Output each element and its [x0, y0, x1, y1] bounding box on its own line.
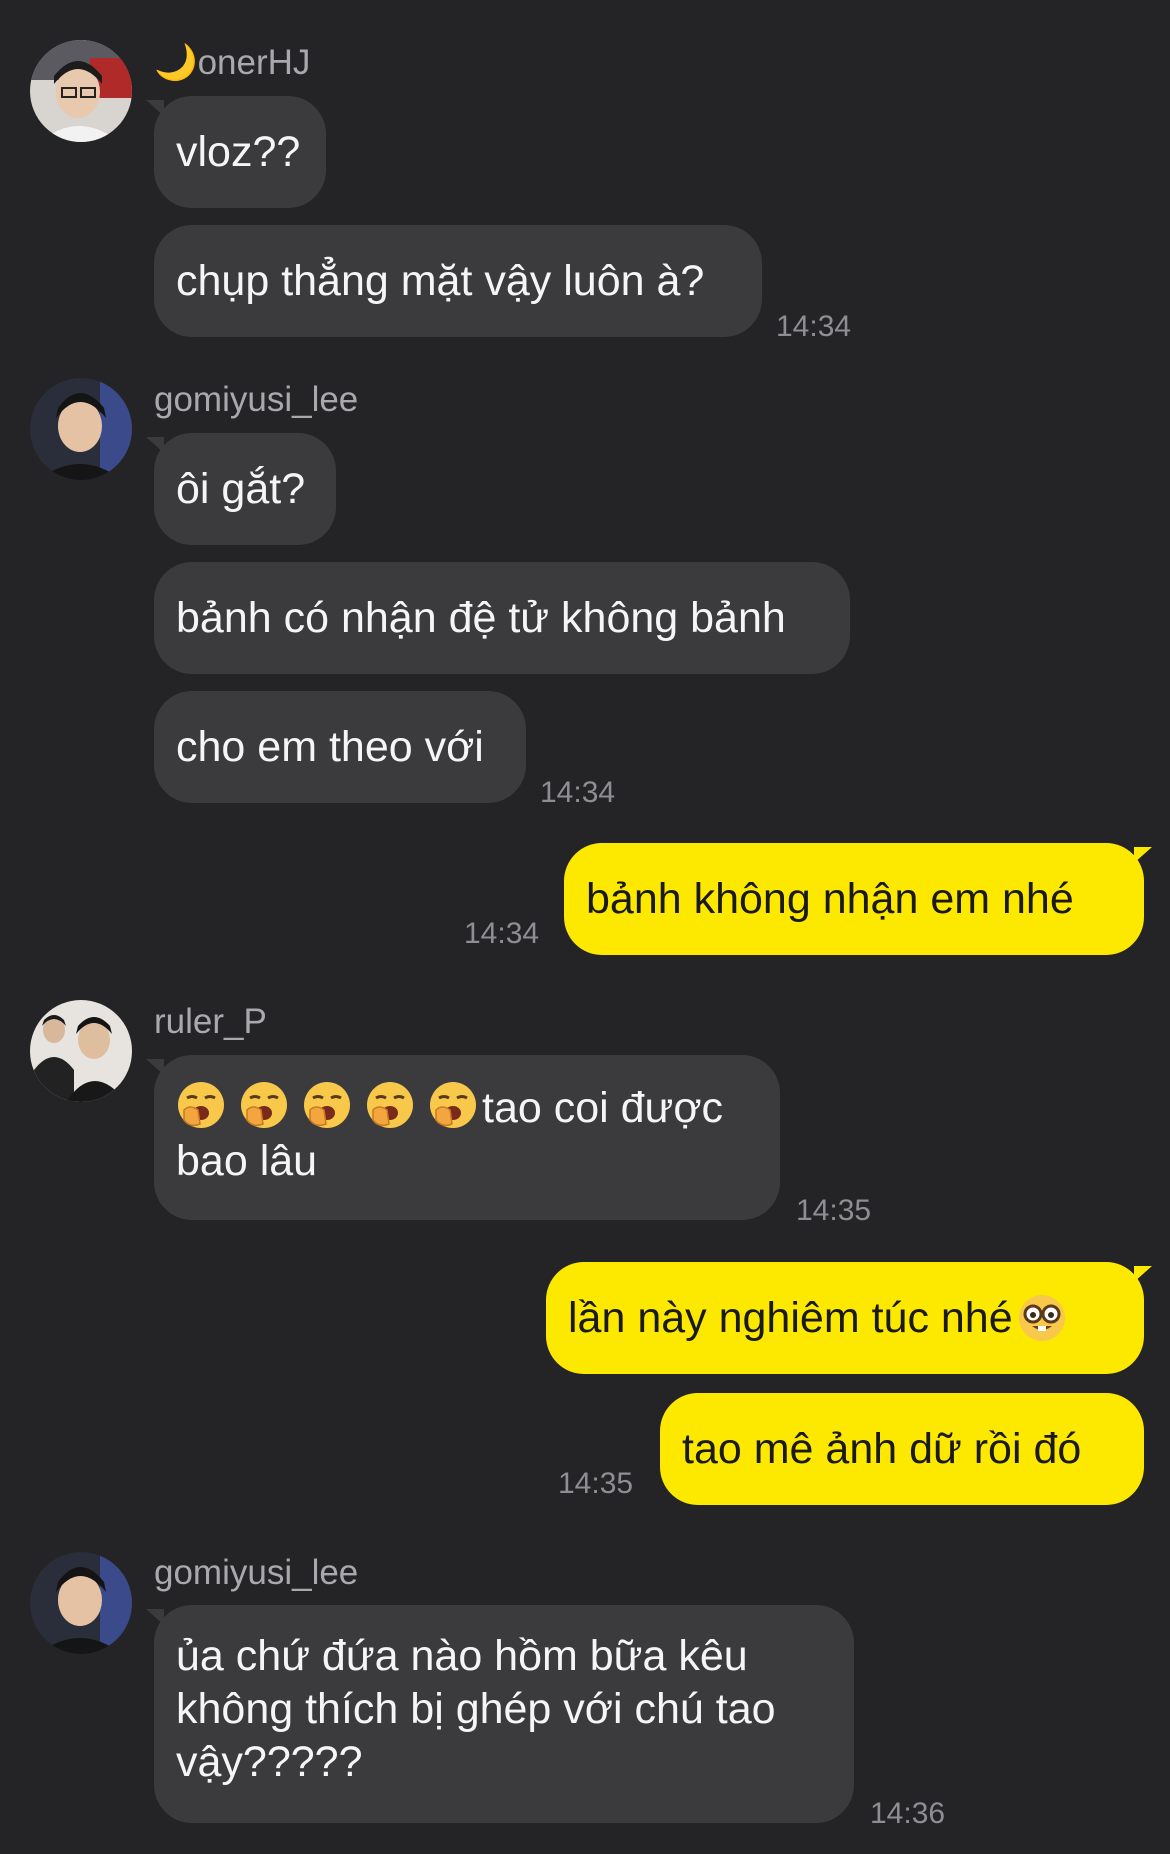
message-line: bao lâu — [176, 1137, 318, 1185]
bubble-tail — [146, 1609, 164, 1625]
timestamp: 14:34 — [540, 776, 616, 809]
yawning-face-icon — [241, 1082, 287, 1128]
message-bubble[interactable]: tao coi được bao lâu — [154, 1055, 780, 1220]
bubble-tail — [146, 1059, 164, 1075]
avatar-image — [30, 1552, 132, 1654]
message-line: không thích bị ghép với chú tao — [176, 1685, 776, 1733]
message-text: vloz?? — [176, 127, 301, 176]
bubble-tail — [1134, 847, 1152, 863]
avatar-ruler-p[interactable] — [30, 1000, 132, 1102]
timestamp: 14:36 — [870, 1797, 946, 1830]
yawning-face-emojis — [176, 1082, 482, 1132]
message-text: lần này nghiêm túc nhé — [568, 1293, 1013, 1342]
bubble-tail — [146, 437, 164, 453]
message-bubble[interactable]: chụp thẳng mặt vậy luôn à? — [154, 225, 762, 337]
avatar-image — [30, 40, 132, 142]
message-bubble[interactable]: ôi gắt? — [154, 433, 336, 545]
sender-name: gomiyusi_lee — [154, 380, 359, 419]
timestamp: 14:35 — [558, 1467, 634, 1500]
message-line: ủa chứ đứa nào hồm bữa kêu — [176, 1632, 748, 1680]
message-text: ủa chứ đứa nào hồm bữa kêu không thích b… — [176, 1630, 776, 1789]
message-text: tao coi được bao lâu — [176, 1080, 723, 1188]
avatar-gomiyusi-lee[interactable] — [30, 1552, 132, 1654]
message-text: bảnh không nhận em nhé — [586, 874, 1074, 923]
my-message-bubble[interactable]: lần này nghiêm túc nhé — [546, 1262, 1144, 1374]
my-message-bubble[interactable]: bảnh không nhận em nhé — [564, 843, 1144, 955]
message-bubble[interactable]: vloz?? — [154, 96, 326, 208]
message-text: bảnh có nhận đệ tử không bảnh — [176, 593, 786, 642]
message-bubble[interactable]: bảnh có nhận đệ tử không bảnh — [154, 562, 850, 674]
message-bubble[interactable]: cho em theo với — [154, 691, 526, 803]
message-line: tao coi được — [176, 1080, 723, 1135]
message-text-part: tao coi được — [482, 1084, 724, 1132]
yawning-face-icon — [178, 1082, 224, 1128]
timestamp: 14:34 — [464, 917, 540, 950]
message-text: chụp thẳng mặt vậy luôn à? — [176, 256, 705, 305]
message-text: tao mê ảnh dữ rồi đó — [682, 1424, 1082, 1473]
message-text: cho em theo với — [176, 722, 484, 771]
my-message-bubble[interactable]: tao mê ảnh dữ rồi đó — [660, 1393, 1144, 1505]
yawning-face-icon — [304, 1082, 350, 1128]
timestamp: 14:35 — [796, 1194, 872, 1227]
timestamp: 14:34 — [776, 310, 852, 343]
avatar-gomiyusi-lee[interactable] — [30, 378, 132, 480]
avatar-image — [30, 1000, 132, 1102]
avatar-onerhj[interactable] — [30, 40, 132, 142]
sender-name: 🌙onerHJ — [154, 43, 311, 82]
avatar-image — [30, 378, 132, 480]
sender-name: gomiyusi_lee — [154, 1553, 359, 1592]
bubble-tail — [146, 100, 164, 116]
nerd-face-icon — [1018, 1295, 1065, 1341]
yawning-face-icon — [367, 1082, 413, 1128]
message-line: vậy????? — [176, 1738, 363, 1786]
sender-name: ruler_P — [154, 1002, 267, 1041]
message-text: ôi gắt? — [176, 464, 306, 513]
yawning-face-icon — [430, 1082, 476, 1128]
message-bubble[interactable]: ủa chứ đứa nào hồm bữa kêu không thích b… — [154, 1605, 854, 1823]
bubble-tail — [1134, 1266, 1152, 1282]
